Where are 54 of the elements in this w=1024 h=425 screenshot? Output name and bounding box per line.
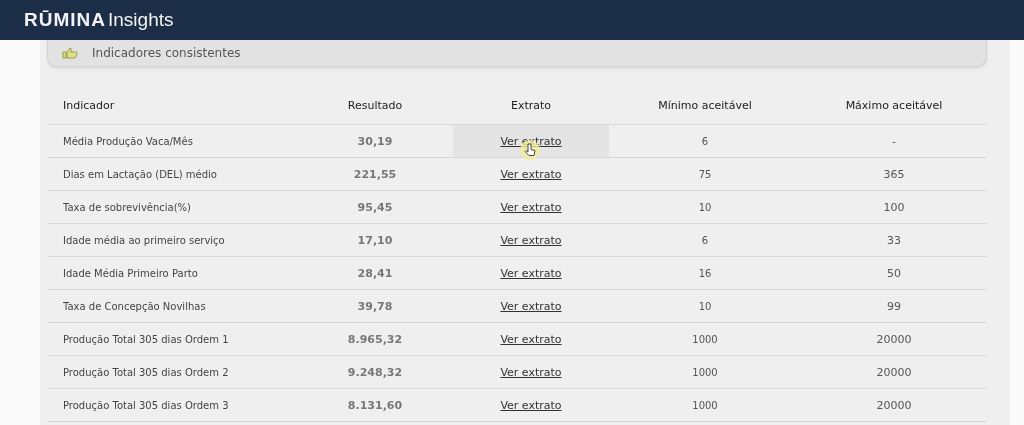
summary-card[interactable]: Indicadores consistentes — [47, 40, 987, 67]
column-header: Mínimo aceitável — [609, 86, 801, 125]
result-value: 8.965,32 — [347, 332, 403, 346]
result-value: 30,19 — [357, 134, 393, 148]
indicator-name: Dias em Lactação (DEL) médio — [63, 168, 217, 180]
minimum-value: 6 — [701, 234, 709, 246]
minimum-value: 6 — [701, 135, 709, 147]
view-statement-link[interactable]: Ver extrato — [500, 365, 562, 379]
maximum-value: 20000 — [876, 365, 912, 379]
thumbs-up-icon — [62, 47, 78, 59]
maximum-value: 99 — [887, 299, 901, 313]
view-statement-link[interactable]: Ver extrato — [500, 233, 562, 247]
column-header: Indicador — [47, 86, 297, 125]
column-header: Resultado — [297, 86, 453, 125]
maximum-value: 365 — [883, 167, 905, 181]
result-value: 39,78 — [357, 299, 393, 313]
brand-suffix: Insights — [108, 9, 174, 31]
minimum-value: 16 — [698, 267, 712, 279]
minimum-value: 1000 — [692, 399, 718, 411]
indicator-name: Produção Total 305 dias Ordem 1 — [63, 333, 229, 345]
result-value: 28,41 — [357, 266, 393, 280]
result-value: 221,55 — [353, 167, 397, 181]
view-statement-link[interactable]: Ver extrato — [500, 167, 562, 181]
minimum-value: 75 — [698, 168, 712, 180]
maximum-value: 50 — [887, 266, 901, 280]
indicator-name: Idade Média Primeiro Parto — [63, 267, 198, 279]
maximum-value: 33 — [887, 233, 901, 247]
brand-logo: RŪMINA — [24, 9, 106, 31]
indicator-name: Idade média ao primeiro serviço — [63, 234, 225, 246]
result-value: 8.131,60 — [347, 398, 403, 412]
view-statement-link[interactable]: Ver extrato — [500, 398, 562, 412]
view-statement-link[interactable]: Ver extrato — [500, 332, 562, 346]
maximum-value: 20000 — [876, 332, 912, 346]
card-label: Indicadores consistentes — [92, 46, 241, 60]
indicator-name: Produção Total 305 dias Ordem 3 — [63, 399, 229, 411]
maximum-value: 20000 — [876, 398, 912, 412]
indicator-name: Produção Total 305 dias Ordem 2 — [63, 366, 229, 378]
result-value: 95,45 — [357, 200, 393, 214]
minimum-value: 1000 — [692, 366, 718, 378]
result-value: 9.248,32 — [347, 365, 403, 379]
indicator-name: Taxa de Concepção Novilhas — [63, 300, 206, 312]
column-header: Máximo aceitável — [801, 86, 987, 125]
minimum-value: 1000 — [692, 333, 718, 345]
result-value: 17,10 — [357, 233, 393, 247]
view-statement-link[interactable]: Ver extrato — [500, 266, 562, 280]
minimum-value: 10 — [698, 300, 712, 312]
view-statement-link[interactable]: Ver extrato — [500, 299, 562, 313]
indicator-name: Taxa de sobrevivência(%) — [63, 201, 192, 213]
minimum-value: 10 — [698, 201, 712, 213]
view-statement-link[interactable]: Ver extrato — [500, 134, 562, 148]
maximum-value: 100 — [883, 200, 905, 214]
maximum-value: - — [892, 134, 896, 148]
view-statement-link[interactable]: Ver extrato — [500, 200, 562, 214]
indicator-name: Média Produção Vaca/Mês — [63, 135, 193, 147]
